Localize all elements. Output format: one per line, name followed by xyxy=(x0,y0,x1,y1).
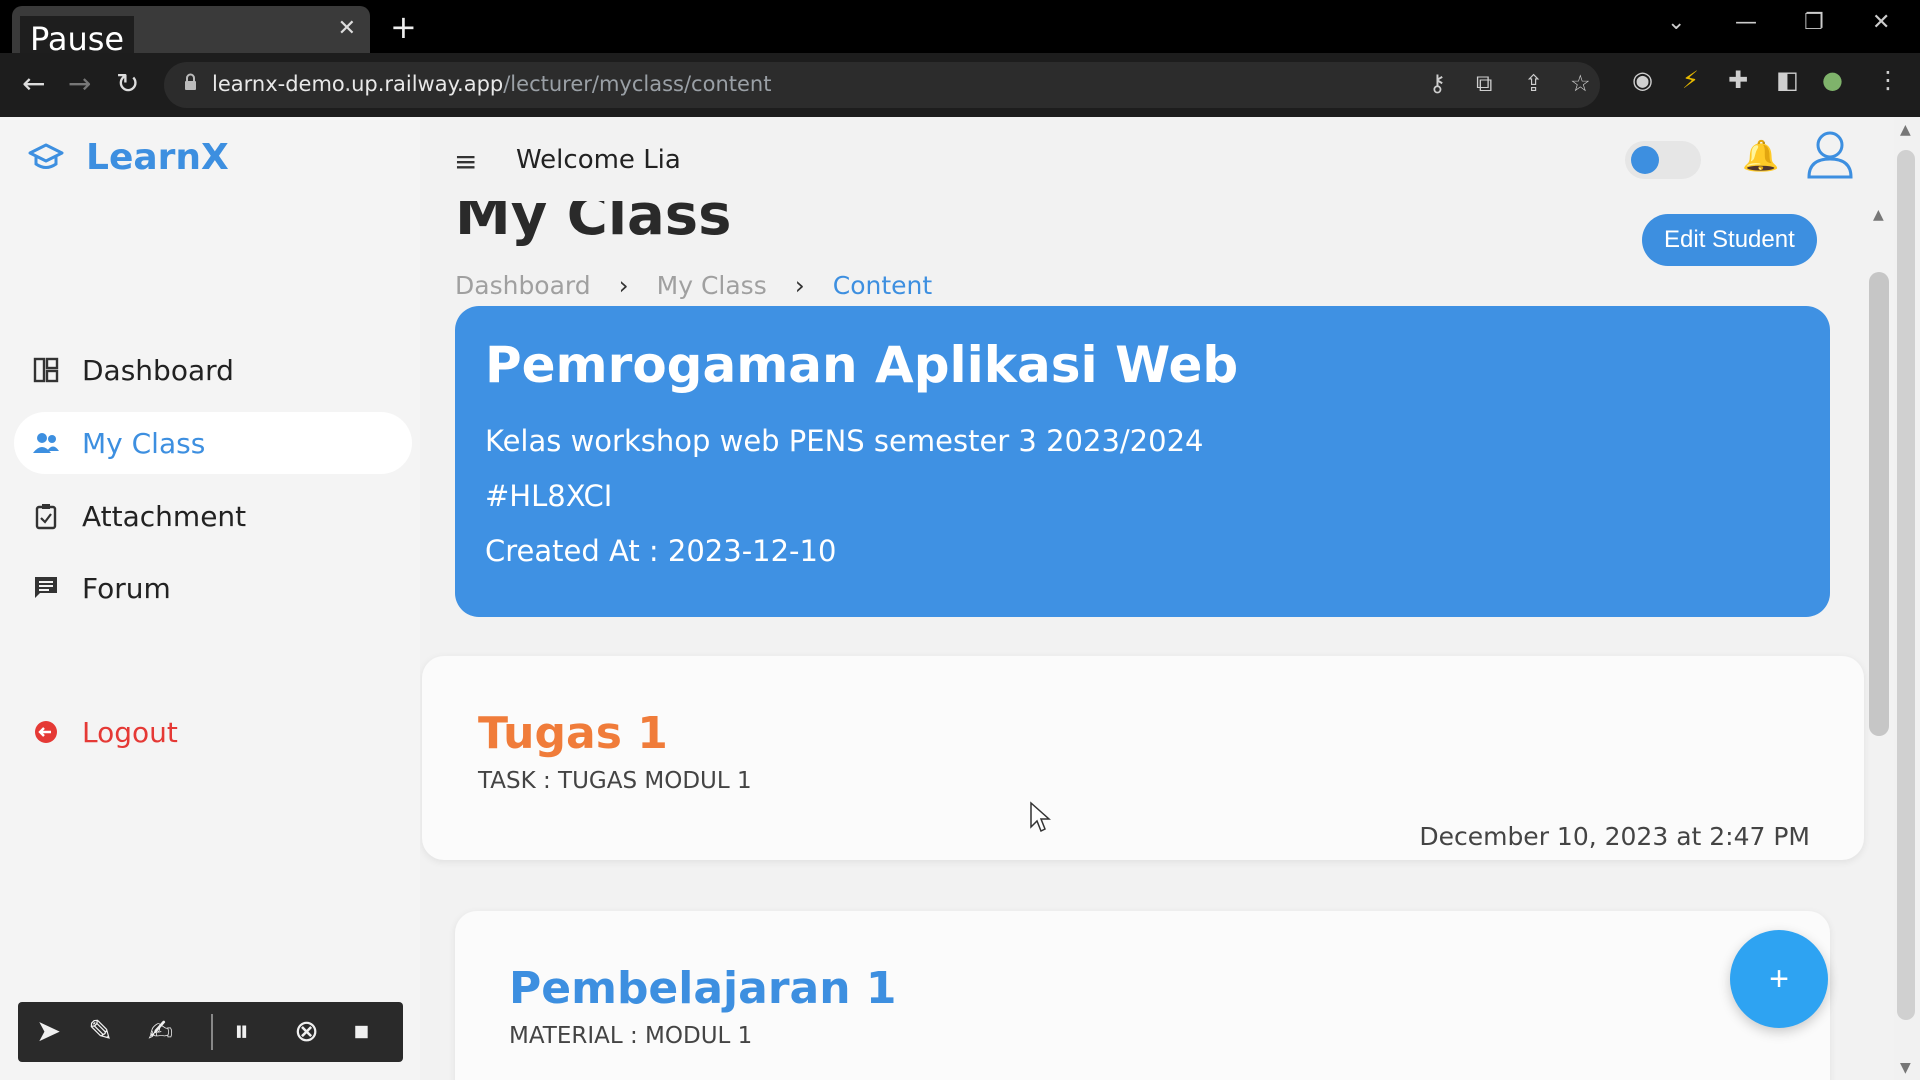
breadcrumb: Dashboard › My Class › Content xyxy=(455,271,932,300)
content-card-title: Tugas 1 xyxy=(478,708,668,759)
profile-avatar[interactable]: ● xyxy=(1822,66,1843,94)
breadcrumb-separator: › xyxy=(618,271,629,300)
browser-menu-icon[interactable]: ⋮ xyxy=(1876,66,1900,94)
page-scroll-down-icon[interactable]: ▼ xyxy=(1900,1060,1911,1076)
bookmark-star-icon[interactable]: ☆ xyxy=(1570,71,1591,97)
page-scrollbar-thumb[interactable] xyxy=(1897,150,1915,1020)
main-content: My Class Edit Student Dashboard › My Cla… xyxy=(420,201,1880,1080)
scroll-up-icon[interactable]: ▲ xyxy=(1873,207,1884,223)
browser-tab[interactable]: Pause ✕ xyxy=(12,6,370,62)
highlighter-tool-icon[interactable]: ✍ xyxy=(148,1014,173,1049)
content-card-task[interactable]: Tugas 1 TASK : TUGAS MODUL 1 December 10… xyxy=(422,656,1864,860)
restore-icon[interactable]: ❐ xyxy=(1804,10,1824,35)
sidebar-item-label: Attachment xyxy=(82,499,247,533)
content-card-title: Pembelajaran 1 xyxy=(509,963,897,1014)
side-panel-icon[interactable]: ◧ xyxy=(1776,66,1799,94)
pen-tool-icon[interactable]: ✎ xyxy=(88,1014,113,1049)
browser-toolbar: ← → ↻ learnx-demo.up.railway.app/lecture… xyxy=(0,53,1920,117)
url-host: learnx-demo.up.railway.app xyxy=(212,72,504,96)
class-code: #HL8XCI xyxy=(485,479,613,513)
sidebar-item-label: Dashboard xyxy=(82,353,234,387)
sidebar-item-my-class[interactable]: My Class xyxy=(14,412,412,474)
url-text: learnx-demo.up.railway.app/lecturer/mycl… xyxy=(212,72,771,96)
mouse-cursor-icon xyxy=(1030,801,1051,833)
stop-recording-icon[interactable]: ⏹ xyxy=(354,1014,369,1049)
lock-icon xyxy=(185,73,196,90)
edit-student-button[interactable]: Edit Student xyxy=(1642,214,1817,266)
translate-icon[interactable]: ⧉ xyxy=(1476,71,1492,97)
logout-icon xyxy=(35,721,57,743)
app-root: LearnX Dashboard My Class Attachment For… xyxy=(0,117,1920,1080)
brand-logo[interactable]: LearnX xyxy=(28,137,229,178)
sidebar-item-dashboard[interactable]: Dashboard xyxy=(14,339,412,401)
reload-icon[interactable]: ↻ xyxy=(116,67,139,100)
content-card-subtitle: TASK : TUGAS MODUL 1 xyxy=(478,768,752,794)
forward-icon[interactable]: → xyxy=(68,67,91,100)
content-card-material[interactable]: Pembelajaran 1 MATERIAL : MODUL 1 xyxy=(455,911,1830,1080)
sidebar-item-label: Forum xyxy=(82,571,171,605)
window-close-icon[interactable]: ✕ xyxy=(1872,10,1890,35)
minimize-icon[interactable]: — xyxy=(1735,10,1757,35)
sidebar-item-label: My Class xyxy=(82,426,206,460)
extension-bolt-icon[interactable]: ⚡ xyxy=(1682,66,1699,94)
toolbar-divider xyxy=(211,1014,213,1050)
address-bar[interactable]: learnx-demo.up.railway.app/lecturer/mycl… xyxy=(164,62,1600,108)
content-card-subtitle: MATERIAL : MODUL 1 xyxy=(509,1023,753,1049)
class-description: Kelas workshop web PENS semester 3 2023/… xyxy=(485,424,1204,458)
dashboard-icon xyxy=(33,357,59,383)
class-name: Pemrogaman Aplikasi Web xyxy=(485,336,1239,394)
key-icon[interactable]: ⚷ xyxy=(1429,71,1446,97)
toggle-knob xyxy=(1631,146,1659,174)
breadcrumb-separator: › xyxy=(794,271,805,300)
hamburger-menu-icon[interactable]: ≡ xyxy=(454,145,477,178)
theme-toggle[interactable] xyxy=(1625,141,1701,179)
pointer-tool-icon[interactable]: ➤ xyxy=(36,1014,61,1049)
tab-close-icon[interactable]: ✕ xyxy=(338,16,356,41)
page-title: My Class xyxy=(455,201,732,248)
screen-annotation-toolbar: ➤ ✎ ✍ ⏸ ⊗ ⏹ xyxy=(18,1002,403,1062)
notification-bell-icon[interactable]: 🔔 xyxy=(1742,139,1779,174)
share-icon[interactable]: ⇪ xyxy=(1524,71,1543,97)
extension-owl-icon[interactable]: ◉ xyxy=(1632,66,1653,94)
breadcrumb-content: Content xyxy=(832,271,933,300)
graduation-cap-icon xyxy=(28,143,64,169)
user-profile-icon[interactable] xyxy=(1806,129,1854,181)
add-content-button[interactable]: + xyxy=(1730,930,1828,1028)
welcome-text: Welcome Lia xyxy=(516,145,681,175)
group-icon xyxy=(33,433,59,453)
pause-recording-icon[interactable]: ⏸ xyxy=(234,1014,249,1049)
class-info-banner: Pemrogaman Aplikasi Web Kelas workshop w… xyxy=(455,306,1830,617)
logout-button[interactable]: Logout xyxy=(14,701,412,763)
back-icon[interactable]: ← xyxy=(22,67,45,100)
url-path: /lecturer/myclass/content xyxy=(503,72,772,96)
content-scrollbar-thumb[interactable] xyxy=(1869,272,1889,736)
top-header: ≡ Welcome Lia 🔔 xyxy=(420,117,1900,201)
class-created-date: Created At : 2023-12-10 xyxy=(485,534,837,568)
sidebar-item-forum[interactable]: Forum xyxy=(14,557,412,619)
breadcrumb-my-class[interactable]: My Class xyxy=(657,271,767,300)
browser-tab-bar: Pause ✕ + ⌄ — ❐ ✕ xyxy=(0,0,1920,62)
chat-icon xyxy=(35,577,57,598)
sidebar: LearnX Dashboard My Class Attachment For… xyxy=(0,117,420,1080)
cancel-recording-icon[interactable]: ⊗ xyxy=(294,1014,319,1049)
page-scroll-up-icon[interactable]: ▲ xyxy=(1900,122,1911,138)
tab-search-icon[interactable]: ⌄ xyxy=(1667,10,1685,35)
content-card-date: December 10, 2023 at 2:47 PM xyxy=(1419,822,1810,851)
breadcrumb-dashboard[interactable]: Dashboard xyxy=(455,271,591,300)
sidebar-item-attachment[interactable]: Attachment xyxy=(14,485,412,547)
logout-label: Logout xyxy=(82,715,178,749)
extensions-puzzle-icon[interactable]: ✚ xyxy=(1728,66,1748,94)
brand-name: LearnX xyxy=(86,137,229,178)
clipboard-icon xyxy=(35,504,57,530)
new-tab-icon[interactable]: + xyxy=(390,8,417,46)
